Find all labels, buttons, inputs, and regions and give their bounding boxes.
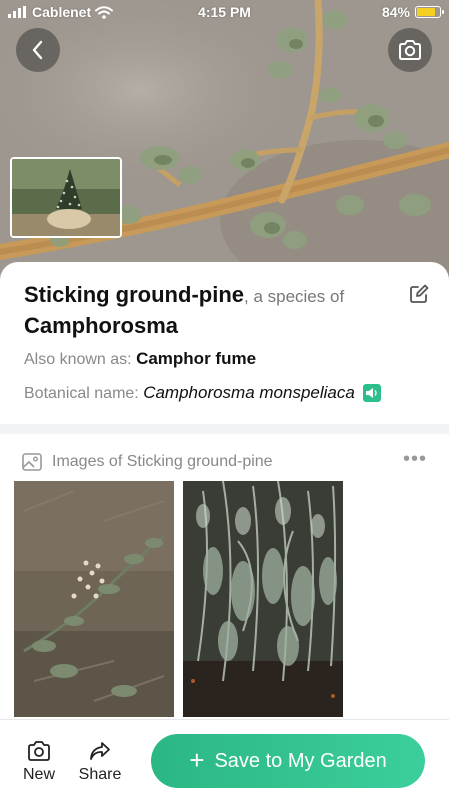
plant-detail-screen: Cablenet 4:15 PM 84% Sticking ground-pin… <box>0 0 449 800</box>
camera-icon <box>399 40 421 60</box>
hero-photo: Cablenet 4:15 PM 84% <box>0 0 449 300</box>
battery-icon <box>415 6 444 18</box>
edit-icon[interactable] <box>409 284 429 304</box>
common-name: Sticking ground-pine <box>24 282 244 307</box>
images-section-header: Images of Sticking ground-pine <box>22 453 273 471</box>
photo-thumbnail[interactable] <box>10 157 122 238</box>
new-label: New <box>22 766 55 783</box>
save-to-garden-label: Save to My Garden <box>214 749 387 772</box>
images-section-title: Images of Sticking ground-pine <box>52 453 273 470</box>
plant-image-1-graphic <box>14 481 174 717</box>
images-section: Images of Sticking ground-pine ••• <box>0 434 449 724</box>
share-button[interactable]: Share <box>75 740 125 784</box>
battery-level <box>417 8 436 16</box>
status-bar: Cablenet 4:15 PM 84% <box>0 0 449 26</box>
status-right: 84% <box>381 4 444 20</box>
save-to-garden-button[interactable]: + Save to My Garden <box>151 734 425 788</box>
thumbnail-image <box>12 159 120 236</box>
species-of-text: , a species of <box>244 287 345 306</box>
plant-image-2[interactable] <box>183 481 343 717</box>
botanical-name-row: Botanical name: Camphorosma monspeliaca <box>24 383 381 403</box>
botanical-value: Camphorosma monspeliaca <box>143 383 355 402</box>
genus-name[interactable]: Camphorosma <box>24 313 178 338</box>
plant-info-card: Sticking ground-pine, a species of Camph… <box>0 262 449 424</box>
more-options-button[interactable]: ••• <box>403 448 427 471</box>
camera-button[interactable] <box>388 28 432 72</box>
share-label: Share <box>78 766 122 783</box>
plant-image-1[interactable] <box>14 481 174 717</box>
new-button[interactable]: New <box>14 740 64 784</box>
also-known-label: Also known as: <box>24 351 137 368</box>
bottom-bar: New Share + Save to My Garden <box>0 719 449 800</box>
botanical-label: Botanical name: <box>24 385 144 402</box>
also-known-as: Also known as: Camphor fume <box>24 349 256 369</box>
speaker-icon <box>365 388 377 398</box>
hero-photo-image <box>0 0 449 300</box>
camera-icon <box>28 741 50 761</box>
share-icon <box>90 742 110 760</box>
also-known-value: Camphor fume <box>136 349 257 368</box>
botanical-name-text: Botanical name: Camphorosma monspeliaca <box>24 383 355 403</box>
gallery-icon <box>22 453 42 471</box>
plus-icon: + <box>189 745 205 775</box>
battery-percent: 84% <box>381 4 410 20</box>
back-button[interactable] <box>16 28 60 72</box>
plant-title: Sticking ground-pine, a species of Camph… <box>24 281 404 343</box>
plant-image-2-graphic <box>183 481 343 717</box>
chevron-left-icon <box>32 40 43 60</box>
pronounce-button[interactable] <box>362 384 381 402</box>
